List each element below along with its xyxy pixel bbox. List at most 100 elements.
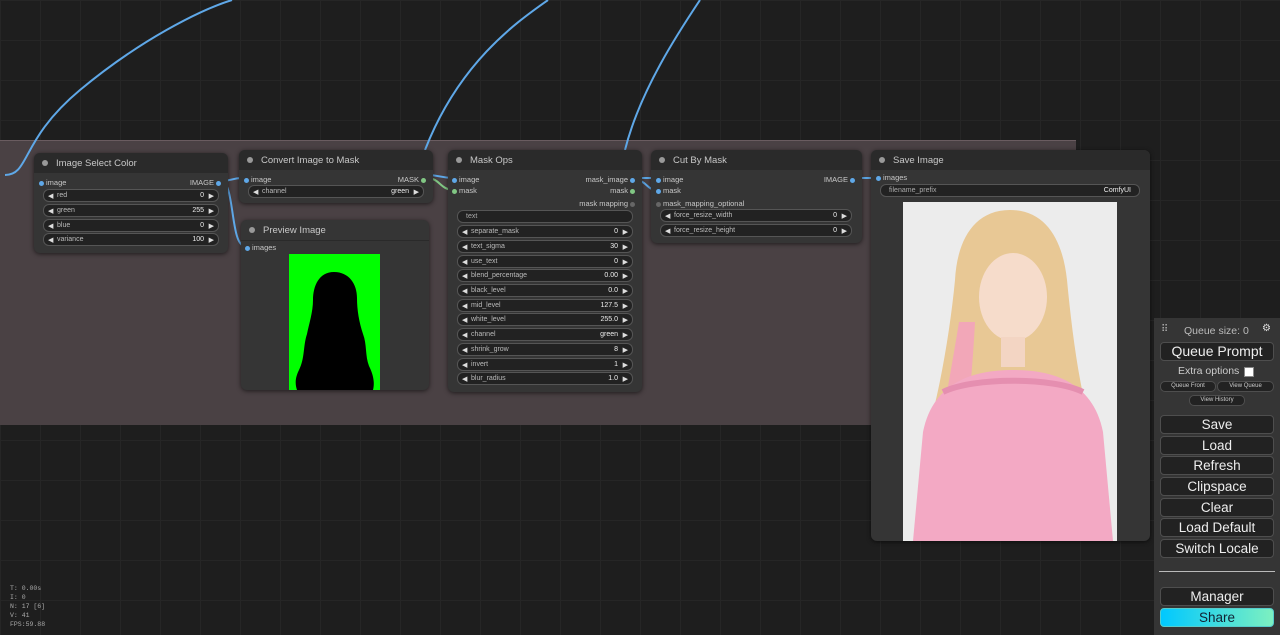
- input-slot-mask[interactable]: mask: [656, 186, 681, 195]
- load-default-button[interactable]: Load Default: [1160, 518, 1274, 537]
- node-mask-ops[interactable]: Mask Ops image mask mask_image mask mask…: [448, 150, 642, 392]
- save-button[interactable]: Save: [1160, 415, 1274, 434]
- input-slot-image[interactable]: image: [244, 175, 271, 184]
- collapse-dot-icon[interactable]: [249, 227, 255, 233]
- side-menu[interactable]: ⠿ Queue size: 0 ⚙ Queue Prompt Extra opt…: [1154, 318, 1280, 635]
- output-slot-mask[interactable]: MASK: [398, 175, 426, 184]
- settings-gear-icon[interactable]: ⚙: [1262, 323, 1271, 334]
- arrow-right-icon[interactable]: ▶: [623, 375, 628, 383]
- collapse-dot-icon[interactable]: [42, 160, 48, 166]
- switch-locale-button[interactable]: Switch Locale: [1160, 539, 1274, 558]
- arrow-left-icon[interactable]: ◀: [462, 228, 467, 236]
- arrow-left-icon[interactable]: ◀: [665, 227, 670, 235]
- collapse-dot-icon[interactable]: [247, 157, 253, 163]
- widget-channel[interactable]: ◀ channel green ▶: [457, 328, 633, 341]
- widget-blend-percentage[interactable]: ◀ blend_percentage 0.00 ▶: [457, 269, 633, 282]
- node-convert-image-to-mask[interactable]: Convert Image to Mask image MASK ◀ channe…: [239, 150, 433, 203]
- arrow-right-icon[interactable]: ▶: [623, 243, 628, 251]
- arrow-right-icon[interactable]: ▶: [623, 287, 628, 295]
- collapse-dot-icon[interactable]: [659, 157, 665, 163]
- node-cut-by-mask[interactable]: Cut By Mask image mask mask_mapping_opti…: [651, 150, 862, 243]
- arrow-right-icon[interactable]: ▶: [623, 346, 628, 354]
- input-slot-mask-mapping-optional[interactable]: mask_mapping_optional: [656, 199, 744, 208]
- arrow-left-icon[interactable]: ◀: [48, 222, 53, 230]
- arrow-right-icon[interactable]: ▶: [414, 188, 419, 196]
- output-slot-mask[interactable]: mask: [610, 186, 635, 195]
- input-slot-image[interactable]: image: [39, 178, 66, 187]
- view-queue-button[interactable]: View Queue: [1217, 381, 1274, 392]
- widget-separate-mask[interactable]: ◀ separate_mask 0 ▶: [457, 225, 633, 238]
- widget-blur-radius[interactable]: ◀ blur_radius 1.0 ▶: [457, 372, 633, 385]
- widget-mid-level[interactable]: ◀ mid_level 127.5 ▶: [457, 299, 633, 312]
- input-slot-images[interactable]: images: [876, 173, 907, 182]
- arrow-left-icon[interactable]: ◀: [48, 236, 53, 244]
- widget-text-sigma[interactable]: ◀ text_sigma 30 ▶: [457, 240, 633, 253]
- input-slot-image[interactable]: image: [656, 175, 683, 184]
- node-header[interactable]: Convert Image to Mask: [239, 150, 433, 170]
- arrow-right-icon[interactable]: ▶: [842, 212, 847, 220]
- load-button[interactable]: Load: [1160, 436, 1274, 455]
- arrow-left-icon[interactable]: ◀: [665, 212, 670, 220]
- arrow-left-icon[interactable]: ◀: [462, 272, 467, 280]
- widget-force-resize-height[interactable]: ◀ force_resize_height 0 ▶: [660, 224, 852, 237]
- arrow-left-icon[interactable]: ◀: [462, 316, 467, 324]
- node-header[interactable]: Save Image: [871, 150, 1150, 170]
- widget-white-level[interactable]: ◀ white_level 255.0 ▶: [457, 313, 633, 326]
- node-header[interactable]: Image Select Color: [34, 153, 228, 173]
- output-slot-mask-image[interactable]: mask_image: [585, 175, 635, 184]
- widget-black-level[interactable]: ◀ black_level 0.0 ▶: [457, 284, 633, 297]
- refresh-button[interactable]: Refresh: [1160, 456, 1274, 475]
- clipspace-button[interactable]: Clipspace: [1160, 477, 1274, 496]
- share-button[interactable]: Share: [1160, 608, 1274, 627]
- view-history-button[interactable]: View History: [1189, 395, 1245, 406]
- arrow-right-icon[interactable]: ▶: [623, 331, 628, 339]
- arrow-right-icon[interactable]: ▶: [623, 228, 628, 236]
- arrow-right-icon[interactable]: ▶: [209, 207, 214, 215]
- arrow-left-icon[interactable]: ◀: [462, 287, 467, 295]
- arrow-left-icon[interactable]: ◀: [48, 192, 53, 200]
- input-slot-mask-mapping[interactable]: mask mapping: [579, 199, 635, 208]
- arrow-right-icon[interactable]: ▶: [209, 192, 214, 200]
- node-header[interactable]: Mask Ops: [448, 150, 642, 170]
- arrow-left-icon[interactable]: ◀: [462, 346, 467, 354]
- arrow-left-icon[interactable]: ◀: [462, 243, 467, 251]
- arrow-right-icon[interactable]: ▶: [209, 236, 214, 244]
- input-slot-image[interactable]: image: [452, 175, 479, 184]
- queue-prompt-button[interactable]: Queue Prompt: [1160, 342, 1274, 361]
- widget-green[interactable]: ◀ green 255 ▶: [43, 204, 219, 217]
- node-image-select-color[interactable]: Image Select Color image IMAGE ◀ red 0 ▶ ◀ g…: [34, 153, 228, 253]
- arrow-right-icon[interactable]: ▶: [623, 316, 628, 324]
- arrow-right-icon[interactable]: ▶: [623, 272, 628, 280]
- arrow-right-icon[interactable]: ▶: [623, 258, 628, 266]
- output-slot-image[interactable]: IMAGE: [824, 175, 855, 184]
- extra-options-checkbox[interactable]: [1244, 367, 1254, 377]
- widget-invert[interactable]: ◀ invert 1 ▶: [457, 358, 633, 371]
- queue-front-button[interactable]: Queue Front: [1160, 381, 1216, 392]
- widget-variance[interactable]: ◀ variance 100 ▶: [43, 233, 219, 246]
- arrow-left-icon[interactable]: ◀: [462, 302, 467, 310]
- collapse-dot-icon[interactable]: [456, 157, 462, 163]
- node-preview-image[interactable]: Preview Image images: [241, 220, 429, 390]
- manager-button[interactable]: Manager: [1160, 587, 1274, 606]
- widget-red[interactable]: ◀ red 0 ▶: [43, 189, 219, 202]
- input-slot-mask[interactable]: mask: [452, 186, 477, 195]
- arrow-left-icon[interactable]: ◀: [253, 188, 258, 196]
- output-slot-image[interactable]: IMAGE: [190, 178, 221, 187]
- arrow-right-icon[interactable]: ▶: [842, 227, 847, 235]
- arrow-left-icon[interactable]: ◀: [462, 375, 467, 383]
- widget-channel[interactable]: ◀ channel green ▶: [248, 185, 424, 198]
- arrow-left-icon[interactable]: ◀: [462, 258, 467, 266]
- arrow-left-icon[interactable]: ◀: [462, 331, 467, 339]
- widget-use-text[interactable]: ◀ use_text 0 ▶: [457, 255, 633, 268]
- widget-shrink-grow[interactable]: ◀ shrink_grow 8 ▶: [457, 343, 633, 356]
- widget-filename-prefix[interactable]: filename_prefix ComfyUI: [880, 184, 1140, 197]
- input-slot-images[interactable]: images: [245, 243, 276, 252]
- text-input[interactable]: text: [457, 210, 633, 223]
- arrow-right-icon[interactable]: ▶: [623, 361, 628, 369]
- node-header[interactable]: Cut By Mask: [651, 150, 862, 170]
- widget-blue[interactable]: ◀ blue 0 ▶: [43, 219, 219, 232]
- drag-handle-icon[interactable]: ⠿: [1161, 324, 1168, 335]
- node-header[interactable]: Preview Image: [241, 220, 429, 241]
- collapse-dot-icon[interactable]: [879, 157, 885, 163]
- clear-button[interactable]: Clear: [1160, 498, 1274, 517]
